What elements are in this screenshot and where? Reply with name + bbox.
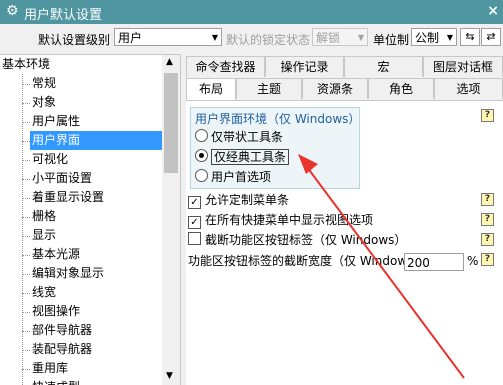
radio-user-preference[interactable]: 用户首选项 (195, 168, 271, 186)
radio-classic-only[interactable]: 仅经典工具条 (195, 148, 290, 166)
tree-item[interactable]: 着重显示设置 (30, 188, 164, 207)
truncate-width-label: 功能区按钮标签的截断宽度（仅 Window (188, 254, 408, 268)
tree-item[interactable]: 重用库 (30, 359, 164, 378)
tree-connector (22, 274, 30, 275)
tree-connector (22, 293, 30, 294)
tab[interactable]: 命令查找器 (186, 56, 265, 77)
check-customize-menubar[interactable]: ✓ 允许定制菜单条 (188, 191, 289, 209)
help-icon[interactable]: ? (481, 253, 494, 266)
scroll-up-icon[interactable]: ▲ (166, 57, 173, 67)
layout-panel: 用户界面环境（仅 Windows） 仅带状工具条 仅经典工具条 用户首选项 ? … (186, 100, 503, 385)
chevron-down-icon: ▼ (357, 33, 364, 42)
gear-icon: ⚙ (6, 3, 19, 19)
tree-connector (22, 236, 30, 237)
tree-connector (22, 369, 30, 370)
chevron-down-icon: ▼ (446, 33, 453, 42)
radio-button-selected[interactable] (195, 149, 208, 162)
check-label: 截断功能区按钮标签（仅 Windows） (205, 233, 407, 247)
tree-connector (22, 122, 30, 123)
tree-root[interactable]: 基本环境 (2, 55, 50, 74)
tree-connector (22, 331, 30, 332)
tree-item[interactable]: 对象 (30, 93, 164, 112)
tree-item[interactable]: 视图操作 (30, 302, 164, 321)
level-label: 默认设置级别 (38, 33, 111, 47)
tree-connector (22, 84, 30, 85)
window-title: 用户默认设置 (24, 8, 103, 23)
tree-connector (22, 179, 30, 180)
lock-value: 解锁 (316, 31, 341, 45)
tree-item[interactable]: 常规 (30, 74, 164, 93)
checkbox-checked[interactable]: ✓ (188, 196, 201, 209)
tree-connector (22, 160, 30, 161)
radio-button[interactable] (195, 129, 208, 142)
level-dropdown[interactable]: 用户 ▼ (114, 28, 222, 46)
tree-connector (22, 350, 30, 351)
tab[interactable]: 布局 (186, 78, 236, 101)
radio-button[interactable] (195, 169, 208, 182)
help-icon[interactable]: ? (481, 233, 494, 246)
tree-item[interactable]: 栅格 (30, 207, 164, 226)
radio-label: 仅经典工具条 (211, 149, 290, 165)
import-settings-icon[interactable]: ⇆ (460, 28, 480, 46)
radio-ribbon-only[interactable]: 仅带状工具条 (195, 128, 283, 146)
checkbox-checked[interactable]: ✓ (188, 216, 201, 229)
unit-dropdown[interactable]: 公制 ▼ (411, 28, 457, 46)
tab-row-1: 命令查找器 操作记录宏图层对话框 (186, 56, 503, 78)
check-label: 允许定制菜单条 (205, 193, 290, 207)
tree-item[interactable]: 基本光源 (30, 245, 164, 264)
tree-connector (22, 198, 30, 199)
scroll-thumb[interactable] (164, 73, 178, 173)
tree-connector (22, 141, 30, 142)
unit-label: 单位制 (373, 33, 410, 47)
export-settings-icon[interactable]: ⇄ (481, 28, 501, 46)
tab[interactable]: 选项 (434, 78, 503, 99)
tree-connector (22, 312, 30, 313)
tree-item[interactable]: 部件导航器 (30, 321, 164, 340)
radio-label: 用户首选项 (211, 170, 272, 184)
ui-environment-group: 用户界面环境（仅 Windows） 仅带状工具条 仅经典工具条 用户首选项 (190, 107, 360, 189)
check-truncate-labels[interactable]: 截断功能区按钮标签（仅 Windows） (188, 231, 406, 249)
settings-tree: 基本环境 常规 对象 用户属性 用户界面 可视化 小平面设置 着重显示设置 栅格 显示 基本光源编… (0, 54, 181, 385)
tab[interactable]: 操作记录 (265, 56, 344, 77)
tab[interactable]: 资源条 (302, 78, 368, 99)
settings-toolbar: 默认设置级别 用户 ▼ 默认的锁定状态 解锁 ▼ 单位制 公制 ▼ ⇆ ⇄ (0, 24, 503, 52)
help-icon[interactable]: ? (481, 193, 494, 206)
tree-item[interactable]: 小平面设置 (30, 169, 164, 188)
chevron-down-icon: ▼ (211, 33, 218, 42)
unit-value: 公制 (415, 31, 440, 45)
tab[interactable]: 主题 (236, 78, 302, 99)
tab[interactable]: 角色 (368, 78, 434, 99)
scroll-down-icon[interactable]: ▼ (166, 371, 173, 381)
help-icon[interactable]: ? (481, 109, 494, 122)
checkbox-unchecked[interactable] (188, 232, 201, 245)
check-show-view-options[interactable]: ✓ 在所有快捷菜单中显示视图选项 (188, 211, 373, 229)
tree-connector (22, 103, 30, 104)
group-title: 用户界面环境（仅 Windows） (195, 112, 361, 126)
help-icon[interactable]: ? (481, 213, 494, 226)
check-label: 在所有快捷菜单中显示视图选项 (205, 213, 374, 227)
tree-item[interactable]: 编辑对象显示 (30, 264, 164, 283)
tree-connector (22, 74, 23, 385)
title-bar: ⚙ 用户默认设置 × (0, 0, 503, 24)
tree-scrollbar[interactable]: ▲ ▼ (162, 55, 180, 385)
tree-item[interactable]: 用户属性 (30, 112, 164, 131)
tree-connector (22, 255, 30, 256)
tree-item[interactable]: 装配导航器 (30, 340, 164, 359)
tree-item[interactable]: 可视化 (30, 150, 164, 169)
tree-connector (22, 217, 30, 218)
tab-row-2: 布局 主题 资源条 角色 选项 (186, 78, 503, 101)
truncate-width-input[interactable]: 200 (404, 253, 464, 271)
lock-dropdown: 解锁 ▼ (312, 28, 368, 46)
close-icon[interactable]: × (487, 3, 499, 19)
radio-label: 仅带状工具条 (211, 130, 284, 144)
tree-item[interactable]: 显示 (30, 226, 164, 245)
tab[interactable]: 图层对话框 (423, 56, 503, 77)
level-value: 用户 (118, 31, 143, 45)
tree-item[interactable]: 线宽 (30, 283, 164, 302)
tree-item[interactable]: 用户界面 (30, 131, 164, 150)
lock-label: 默认的锁定状态 (226, 33, 311, 47)
percent-unit: % (467, 254, 479, 268)
tab[interactable]: 宏 (344, 56, 423, 77)
